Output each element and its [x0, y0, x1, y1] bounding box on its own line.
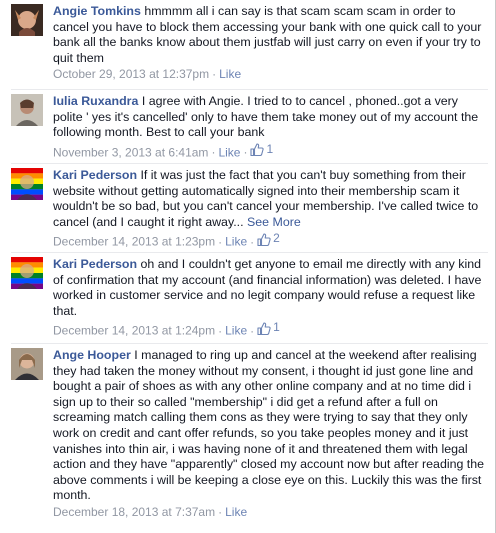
avatar[interactable]	[11, 257, 43, 289]
avatar[interactable]	[11, 4, 43, 36]
like-button[interactable]: Like	[225, 324, 247, 338]
comment-timestamp[interactable]: December 14, 2013 at 1:23pm	[53, 235, 215, 249]
comment-meta: November 3, 2013 at 6:41am · Like · 1	[53, 142, 488, 161]
like-button[interactable]: Like	[225, 235, 247, 249]
separator-dot: ·	[211, 145, 216, 160]
thumbs-up-icon	[257, 233, 271, 246]
comment-body: Ange Hooper I managed to ring up and can…	[53, 348, 488, 521]
separator-dot: ·	[250, 323, 255, 338]
separator-dot: ·	[218, 323, 223, 338]
divider	[11, 163, 488, 164]
comment-meta: December 18, 2013 at 7:37am · Like	[53, 505, 488, 521]
divider	[11, 89, 488, 90]
thumbs-up-icon	[257, 322, 271, 335]
avatar[interactable]	[11, 94, 43, 126]
avatar[interactable]	[11, 168, 43, 200]
like-count-value: 2	[273, 231, 280, 246]
comment-timestamp[interactable]: November 3, 2013 at 6:41am	[53, 145, 208, 159]
comment-author[interactable]: Iulia Ruxandra	[53, 94, 138, 108]
separator-dot: ·	[243, 145, 248, 160]
separator-dot: ·	[218, 234, 223, 249]
comment-meta: December 14, 2013 at 1:24pm · Like · 1	[53, 320, 488, 339]
comment-body: Angie Tomkins hmmmm all i can say is tha…	[53, 4, 488, 83]
comment-body: Iulia Ruxandra I agree with Angie. I tri…	[53, 94, 488, 161]
like-count-value: 1	[273, 320, 280, 335]
avatar[interactable]	[11, 348, 43, 380]
comment-timestamp[interactable]: December 18, 2013 at 7:37am	[53, 505, 215, 519]
like-count[interactable]: 1	[250, 142, 273, 158]
like-count[interactable]: 1	[257, 320, 280, 336]
comment-meta: October 29, 2013 at 12:37pm · Like	[53, 67, 488, 83]
like-count[interactable]: 2	[257, 231, 280, 247]
comment-author[interactable]: Angie Tomkins	[53, 4, 141, 18]
divider	[11, 343, 488, 344]
comment-author[interactable]: Kari Pederson	[53, 168, 137, 182]
comment-body: Kari Pederson If it was just the fact th…	[53, 168, 488, 250]
divider	[11, 252, 488, 253]
comment-author[interactable]: Kari Pederson	[53, 257, 137, 271]
separator-dot: ·	[250, 234, 255, 249]
separator-dot: ·	[218, 504, 223, 519]
thumbs-up-icon	[250, 143, 265, 157]
comment-body: Kari Pederson oh and I couldn't get anyo…	[53, 257, 488, 339]
comment-meta: December 14, 2013 at 1:23pm · Like · 2	[53, 231, 488, 250]
see-more-link[interactable]: See More	[247, 215, 301, 229]
like-button[interactable]: Like	[219, 67, 241, 81]
comment-text: I managed to ring up and cancel at the w…	[53, 348, 485, 503]
separator-dot: ·	[212, 67, 217, 82]
like-count-value: 1	[266, 141, 274, 156]
comment-timestamp[interactable]: December 14, 2013 at 1:24pm	[53, 324, 215, 338]
like-button[interactable]: Like	[218, 145, 240, 159]
like-button[interactable]: Like	[225, 505, 247, 519]
comment-timestamp[interactable]: October 29, 2013 at 12:37pm	[53, 67, 209, 81]
comment-author[interactable]: Ange Hooper	[53, 348, 131, 362]
